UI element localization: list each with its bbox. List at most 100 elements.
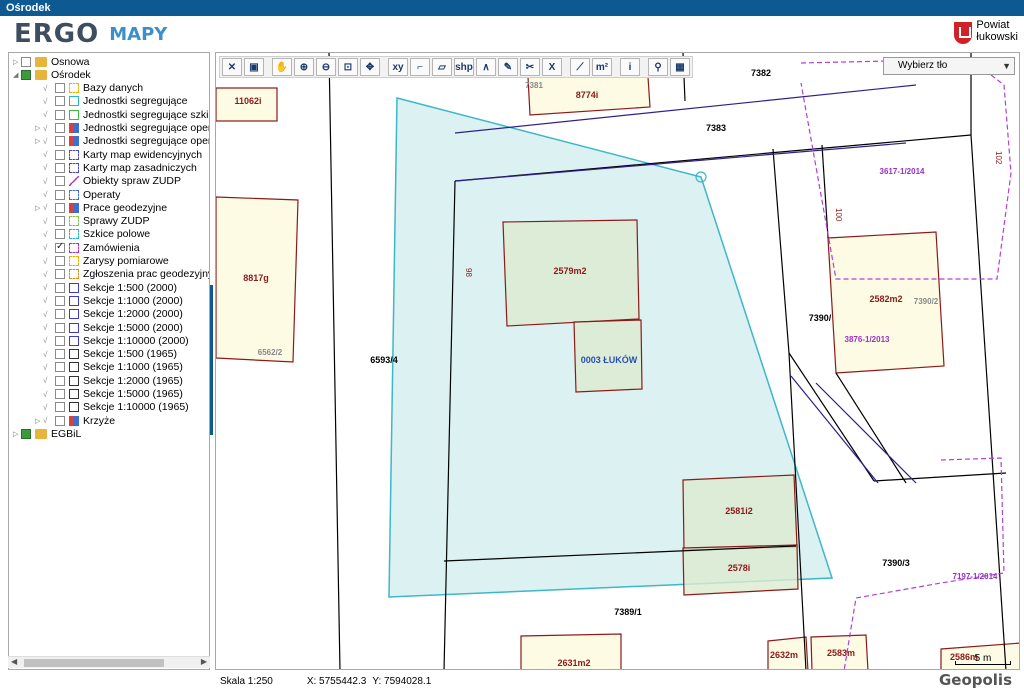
tree-item[interactable]: √ Karty map ewidencyjnych: [35, 148, 202, 161]
polygon-tool[interactable]: ▱: [432, 58, 452, 76]
expand-arrow-icon[interactable]: ▷: [13, 430, 21, 438]
visibility-icon[interactable]: √: [43, 217, 53, 226]
tree-item[interactable]: √ Sekcje 1:500 (2000): [35, 281, 177, 294]
layer-checkbox[interactable]: [55, 96, 65, 107]
zoom-in-tool[interactable]: ⊕: [294, 58, 314, 76]
tree-item[interactable]: √ Sekcje 1:10000 (1965): [35, 401, 189, 414]
layer-checkbox[interactable]: [55, 362, 65, 373]
layer-checkbox[interactable]: [21, 56, 31, 67]
visibility-icon[interactable]: √: [43, 283, 53, 292]
line-tool[interactable]: ∧: [476, 58, 496, 76]
visibility-icon[interactable]: √: [43, 150, 53, 159]
layer-checkbox[interactable]: [55, 229, 65, 240]
visibility-icon[interactable]: √: [43, 270, 53, 279]
pin-tool[interactable]: ⚲: [648, 58, 668, 76]
tree-item[interactable]: √ Zgłoszenia prac geodezyjnych: [35, 268, 209, 281]
tree-item[interactable]: ▷ Osnowa: [13, 55, 90, 68]
visibility-icon[interactable]: √: [43, 416, 53, 425]
layer-checkbox[interactable]: [55, 349, 65, 360]
scrollbar-thumb[interactable]: [24, 659, 164, 667]
visibility-icon[interactable]: √: [43, 376, 53, 385]
shp-tool[interactable]: shp: [454, 58, 474, 76]
visibility-icon[interactable]: √: [43, 323, 53, 332]
layer-checkbox[interactable]: [55, 83, 65, 94]
tree-item[interactable]: √ Karty map zasadniczych: [35, 161, 197, 174]
tree-item[interactable]: √ Zamówienia: [35, 241, 140, 254]
layer-checkbox[interactable]: [55, 256, 65, 266]
visibility-icon[interactable]: √: [43, 84, 53, 93]
layer-checkbox[interactable]: [55, 162, 65, 173]
visibility-icon[interactable]: √: [43, 350, 53, 359]
layer-checkbox[interactable]: [55, 109, 65, 120]
tree-item[interactable]: √ Szkice polowe: [35, 228, 150, 241]
tree-item[interactable]: √ Sekcje 1:2000 (2000): [35, 308, 183, 321]
zoom-extent-tool[interactable]: ⊡: [338, 58, 358, 76]
tree-item[interactable]: ◢ Ośrodek: [13, 68, 91, 81]
tree-item[interactable]: ▷ √ Prace geodezyjne: [35, 201, 167, 214]
delete-tool[interactable]: X: [542, 58, 562, 76]
xy-tool[interactable]: xy: [388, 58, 408, 76]
visibility-icon[interactable]: √: [43, 97, 53, 106]
edit-tool[interactable]: ✎: [498, 58, 518, 76]
tree-item[interactable]: √ Operaty: [35, 188, 120, 201]
visibility-icon[interactable]: √: [43, 190, 53, 199]
tree-item[interactable]: √ Zarysy pomiarowe: [35, 255, 169, 268]
layer-checkbox[interactable]: [55, 335, 65, 346]
expand-arrow-icon[interactable]: ▷: [35, 204, 43, 212]
tree-item[interactable]: √ Sekcje 1:500 (1965): [35, 348, 177, 361]
tree-item[interactable]: √ Sekcje 1:5000 (1965): [35, 388, 183, 401]
visibility-icon[interactable]: √: [43, 390, 53, 399]
layer-tree-scrollbar[interactable]: ◀ ▶: [8, 656, 210, 668]
visibility-icon[interactable]: √: [43, 363, 53, 372]
tree-item[interactable]: √ Sekcje 1:5000 (2000): [35, 321, 183, 334]
dropdown-arrow-icon[interactable]: ▼: [1002, 61, 1011, 71]
tree-item[interactable]: ▷ EGBiL: [13, 427, 81, 440]
background-select[interactable]: Wybierz tło ▼: [883, 57, 1015, 75]
expand-arrow-icon[interactable]: ◢: [13, 71, 21, 79]
tree-item[interactable]: √ Jednostki segregujące szkiców: [35, 108, 209, 121]
layer-checkbox[interactable]: [55, 295, 65, 306]
layer-checkbox[interactable]: [55, 415, 65, 426]
visibility-icon[interactable]: √: [43, 403, 53, 412]
scroll-right-icon[interactable]: ▶: [201, 657, 207, 666]
map-canvas[interactable]: 7382 7381 8774i 11062i 7383 3617-1/2014 8817g 2…: [216, 53, 1020, 670]
tree-item[interactable]: √ Sprawy ZUDP: [35, 215, 150, 228]
expand-arrow-icon[interactable]: ▷: [35, 124, 43, 132]
layer-checkbox[interactable]: [55, 202, 65, 213]
scroll-left-icon[interactable]: ◀: [11, 657, 17, 666]
polyline-tool[interactable]: ⌐: [410, 58, 430, 76]
visibility-icon[interactable]: √: [43, 230, 53, 239]
visibility-icon[interactable]: √: [43, 257, 53, 266]
layer-checkbox[interactable]: [55, 149, 65, 160]
visibility-icon[interactable]: √: [43, 137, 53, 146]
visibility-icon[interactable]: √: [43, 296, 53, 305]
panel-splitter[interactable]: [210, 285, 213, 435]
cut-tool[interactable]: ✂: [520, 58, 540, 76]
tree-item[interactable]: ▷√ Jednostki segregujące operatów: [35, 122, 209, 135]
visibility-icon[interactable]: √: [43, 310, 53, 319]
move-tool[interactable]: ✥: [360, 58, 380, 76]
layer-checkbox[interactable]: [55, 136, 65, 147]
close-tool[interactable]: ✕: [222, 58, 242, 76]
visibility-icon[interactable]: √: [43, 124, 53, 133]
visibility-icon[interactable]: √: [43, 177, 53, 186]
layer-checkbox[interactable]: [55, 282, 65, 293]
save-tool[interactable]: ▣: [244, 58, 264, 76]
expand-arrow-icon[interactable]: ▷: [13, 58, 21, 66]
area-tool[interactable]: m²: [592, 58, 612, 76]
tree-item[interactable]: √ Bazy danych: [35, 82, 143, 95]
tree-item[interactable]: √ Sekcje 1:1000 (2000): [35, 294, 183, 307]
pan-tool[interactable]: ✋: [272, 58, 292, 76]
tree-item[interactable]: √ Sekcje 1:1000 (1965): [35, 361, 183, 374]
info-tool[interactable]: i: [620, 58, 640, 76]
visibility-icon[interactable]: √: [43, 336, 53, 345]
tree-item[interactable]: ▷ √ Krzyże: [35, 414, 115, 427]
layer-checkbox[interactable]: [55, 322, 65, 333]
tree-item[interactable]: √ Sekcje 1:2000 (1965): [35, 374, 183, 387]
tree-item[interactable]: √ Sekcje 1:10000 (2000): [35, 334, 189, 347]
tree-item[interactable]: √ Jednostki segregujące: [35, 95, 187, 108]
expand-arrow-icon[interactable]: ▷: [35, 417, 43, 425]
zoom-out-tool[interactable]: ⊖: [316, 58, 336, 76]
layer-checkbox[interactable]: [55, 123, 65, 133]
layer-checkbox[interactable]: [55, 269, 65, 280]
